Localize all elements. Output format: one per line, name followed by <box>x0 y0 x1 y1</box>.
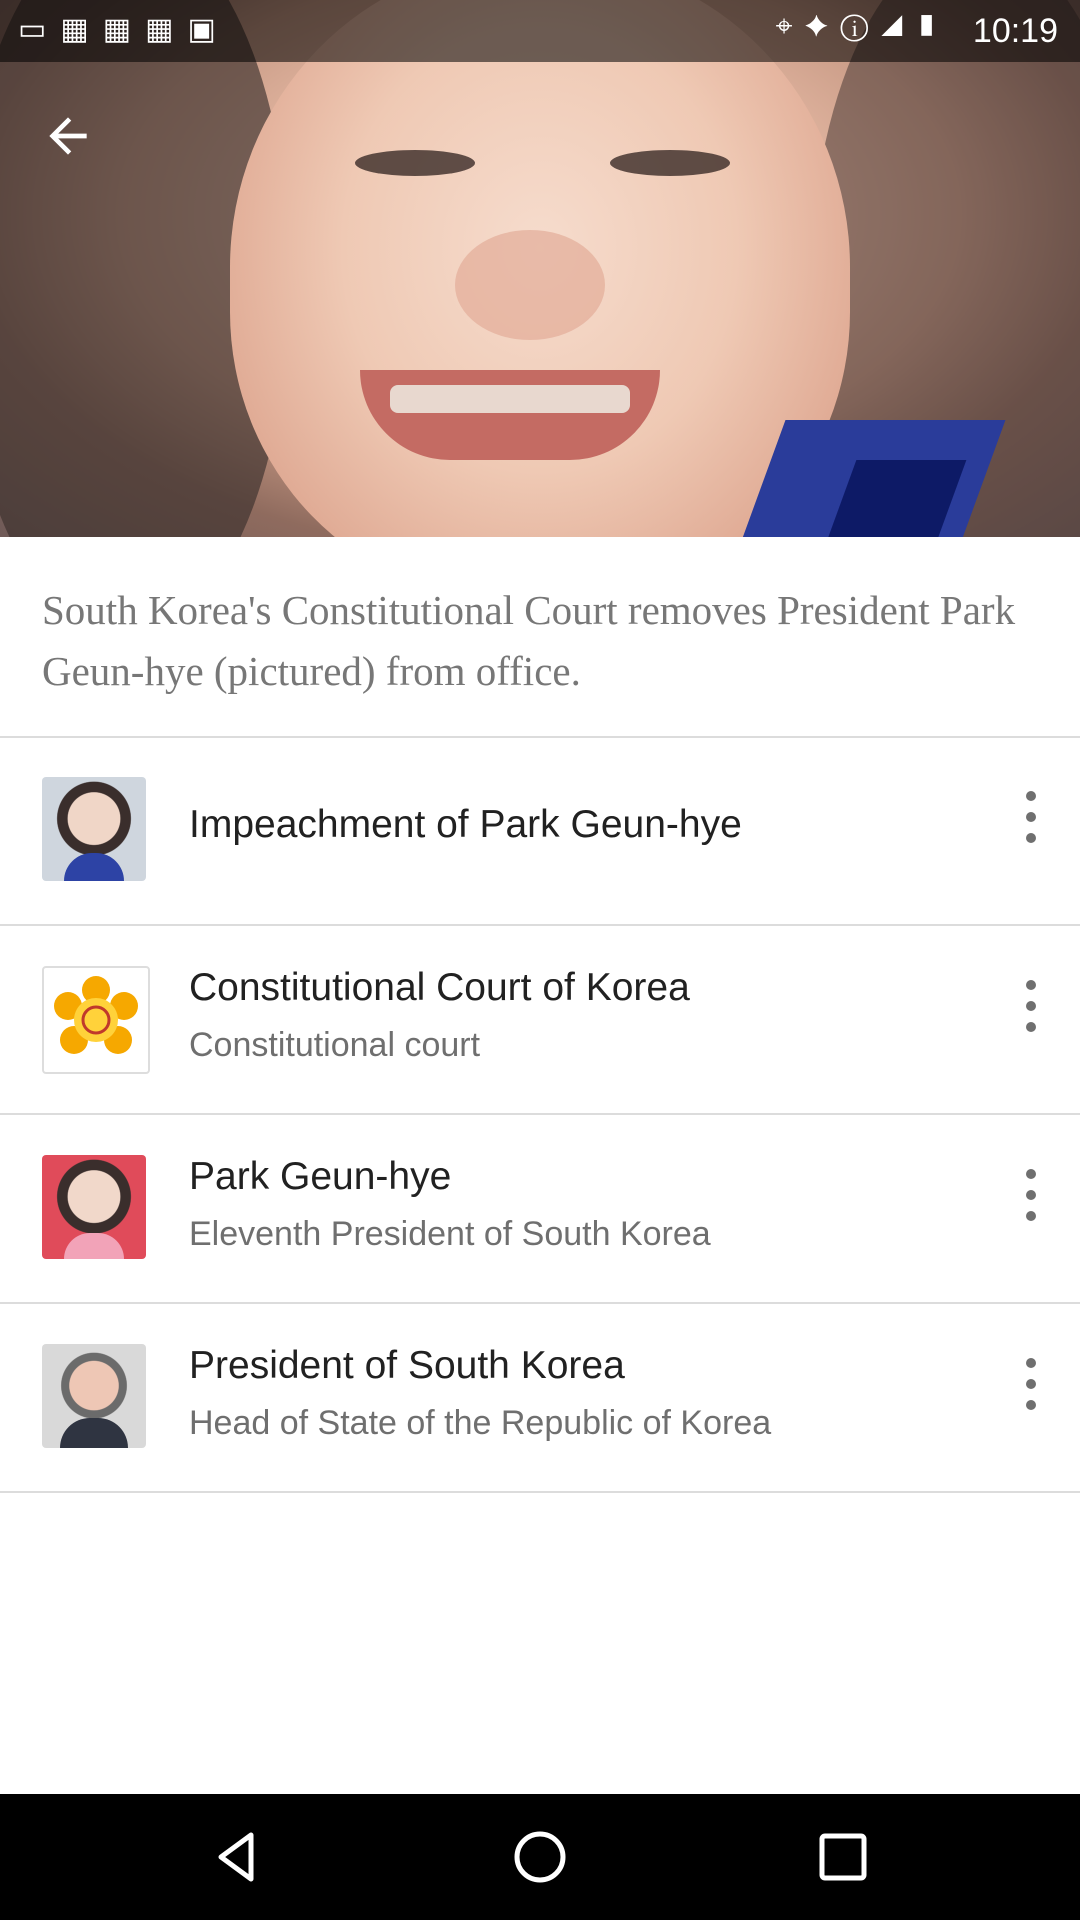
fake-gps-icon: ⌖ <box>775 10 805 43</box>
more-options-icon[interactable] <box>1016 1169 1046 1221</box>
status-right-icons: ⌖✦ⓘ◢▮ <box>776 10 950 44</box>
more-options-icon[interactable] <box>1016 980 1046 1032</box>
hero-eye-right <box>610 150 730 176</box>
photo-icon: ▦ <box>145 13 188 46</box>
hero-nose <box>455 230 605 340</box>
alert-icon: ⓘ <box>840 10 881 43</box>
item-title: Constitutional Court of Korea <box>189 966 690 1009</box>
list-item-park-geun-hye[interactable]: Park Geun-hye Eleventh President of Sout… <box>0 1115 1080 1304</box>
list-item-constitutional-court[interactable]: Constitutional Court of Korea Constituti… <box>0 926 1080 1115</box>
list-item-impeachment[interactable]: Impeachment of Park Geun-hye <box>0 737 1080 926</box>
more-options-icon[interactable] <box>1016 1358 1046 1410</box>
recents-square-icon <box>819 1833 867 1881</box>
back-button[interactable] <box>40 108 110 164</box>
home-circle-icon <box>514 1831 566 1883</box>
arrow-left-icon <box>49 117 87 155</box>
status-left-icons: ▭▦▦▦▣ <box>18 12 230 47</box>
item-subtitle: Constitutional court <box>189 1026 481 1064</box>
court-emblem-icon <box>54 976 138 1054</box>
news-icon: ▣ <box>187 13 230 46</box>
nav-back-button[interactable] <box>177 1794 297 1920</box>
message-icon: ▭ <box>18 13 61 46</box>
more-options-icon[interactable] <box>1016 791 1046 843</box>
back-triangle-icon <box>218 1832 254 1882</box>
status-bar: ▭▦▦▦▣ ⌖✦ⓘ◢▮ 10:19 <box>0 0 1080 62</box>
image-caption: South Korea's Constitutional Court remov… <box>42 587 1016 694</box>
list-item-president[interactable]: President of South Korea Head of State o… <box>0 1304 1080 1493</box>
item-subtitle: Eleventh President of South Korea <box>189 1215 711 1253</box>
nav-recents-button[interactable] <box>783 1794 903 1920</box>
item-thumbnail <box>42 777 146 881</box>
item-thumbnail <box>42 966 150 1074</box>
divider <box>0 1491 1080 1493</box>
satellite-icon: ✦ <box>804 10 841 43</box>
item-title: Park Geun-hye <box>189 1155 452 1198</box>
battery-icon: ▮ <box>915 10 950 43</box>
item-thumbnail <box>42 1155 146 1259</box>
photo-icon: ▦ <box>60 13 103 46</box>
signal-icon: ◢ <box>880 10 916 43</box>
hero-mouth <box>360 370 660 460</box>
navigation-bar <box>0 1794 1080 1920</box>
item-subtitle: Head of State of the Republic of Korea <box>189 1404 772 1442</box>
photo-icon: ▦ <box>102 13 146 46</box>
item-title: President of South Korea <box>189 1344 625 1387</box>
status-time: 10:19 <box>972 12 1058 50</box>
item-title: Impeachment of Park Geun-hye <box>189 803 742 846</box>
hero-image <box>0 0 1080 537</box>
hero-teeth <box>390 385 630 413</box>
hero-eye-left <box>355 150 475 176</box>
nav-home-button[interactable] <box>480 1794 600 1920</box>
item-thumbnail <box>42 1344 146 1448</box>
